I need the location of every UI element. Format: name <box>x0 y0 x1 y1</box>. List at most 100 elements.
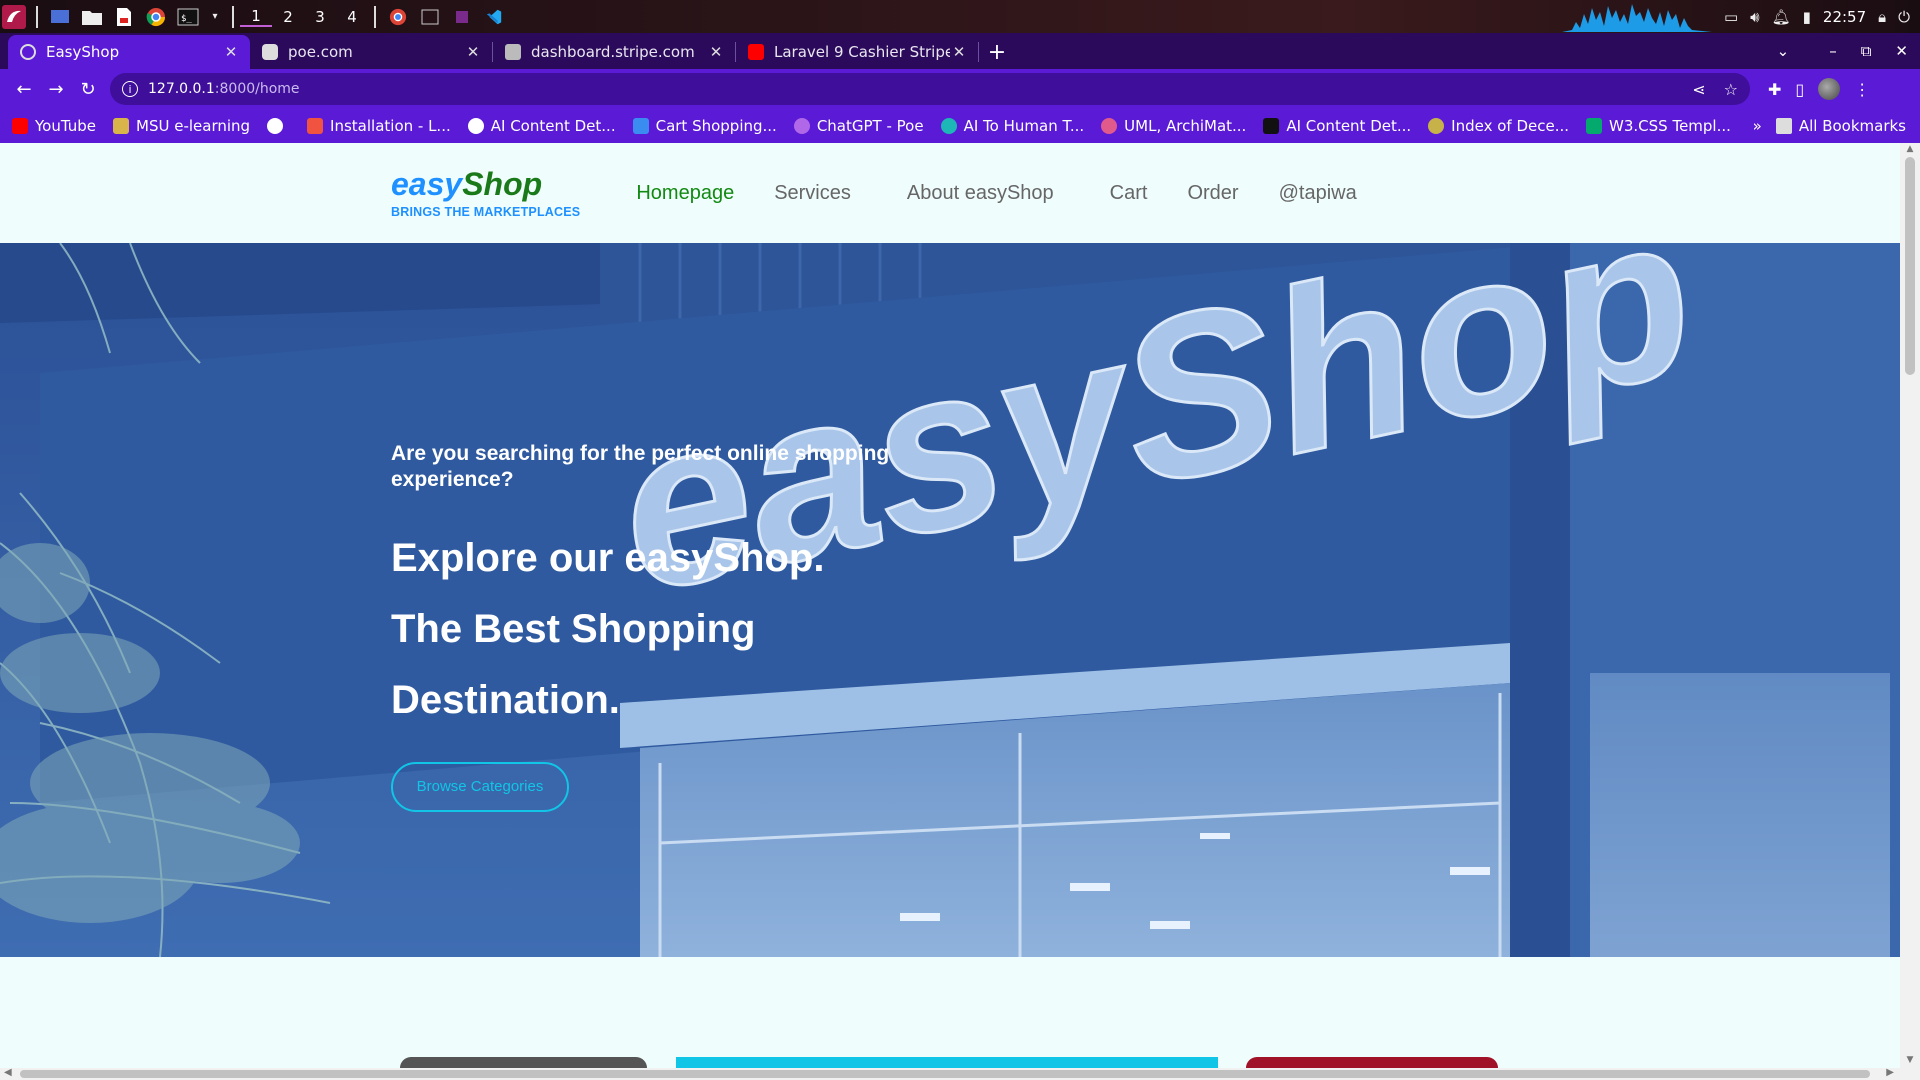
bookmark-w3css[interactable]: W3.CSS Templ... <box>1586 117 1731 135</box>
bookmark-cart-shopping[interactable]: Cart Shopping... <box>632 117 777 135</box>
extensions-puzzle-icon[interactable]: ✚ <box>1768 80 1781 99</box>
svg-text:$_: $_ <box>181 14 192 24</box>
forward-button[interactable]: → <box>40 73 72 105</box>
screen-share-icon[interactable]: ▭ <box>1724 8 1738 26</box>
tab-poe[interactable]: poe.com ✕ <box>250 35 492 69</box>
tab-search-chevron-icon[interactable]: ⌄ <box>1777 42 1790 60</box>
site-navbar: easyShop BRINGS THE MARKETPLACES Homepag… <box>0 143 1900 243</box>
nav-about[interactable]: About easyShop <box>907 182 1054 205</box>
product-card-peek <box>1246 1057 1498 1068</box>
terminal-window-icon[interactable] <box>418 5 442 29</box>
workspace-3[interactable]: 3 <box>304 8 336 26</box>
close-icon[interactable]: ✕ <box>707 43 725 61</box>
volume-icon[interactable]: 🔊︎ <box>1750 8 1759 26</box>
chrome-window-icon[interactable] <box>386 5 410 29</box>
bookmark-index[interactable]: Index of Dece... <box>1428 117 1569 135</box>
battery-icon[interactable]: ▮ <box>1803 8 1811 26</box>
profile-avatar[interactable] <box>1818 78 1841 100</box>
url-host: 127.0.0.1 <box>148 81 215 97</box>
youtube-icon <box>748 44 764 60</box>
notification-bell-icon[interactable]: 🔔︎ <box>1772 8 1791 26</box>
app-window-icon[interactable] <box>450 5 474 29</box>
product-card-peek <box>400 1057 647 1068</box>
nav-services[interactable]: Services <box>774 182 851 205</box>
all-bookmarks-button[interactable]: All Bookmarks <box>1775 117 1906 135</box>
back-button[interactable]: ← <box>8 73 40 105</box>
site-logo[interactable]: easyShop BRINGS THE MARKETPLACES <box>391 167 580 219</box>
bookmark-ai-detector-1[interactable]: AI Content Det... <box>467 117 616 135</box>
workspace-4[interactable]: 4 <box>336 8 368 26</box>
vertical-scrollbar[interactable]: ▲ ▼ <box>1900 143 1920 1068</box>
tab-title: poe.com <box>288 43 353 61</box>
tab-easyshop[interactable]: EasyShop ✕ <box>8 35 250 69</box>
clock: 22:57 <box>1822 7 1867 26</box>
bookmarks-overflow-button[interactable]: » <box>1753 117 1762 135</box>
hero-title-line: The Best Shopping <box>391 607 756 651</box>
bookmark-star-icon[interactable]: ☆ <box>1724 80 1738 99</box>
tab-laravel[interactable]: Laravel 9 Cashier Stripe S ✕ <box>736 35 978 69</box>
bookmark-installation[interactable]: Installation - L... <box>307 117 451 135</box>
browse-categories-button[interactable]: Browse Categories <box>391 762 569 812</box>
chevron-down-icon[interactable]: ▾ <box>208 5 222 29</box>
share-icon[interactable]: ⋖ <box>1692 80 1705 99</box>
scrollbar-thumb[interactable] <box>20 1070 1870 1078</box>
desktop-icon[interactable] <box>48 5 72 29</box>
bookmark-label: YouTube <box>35 117 96 135</box>
app-menu-icon[interactable] <box>2 4 26 29</box>
bookmark-youtube[interactable]: YouTube <box>12 117 96 135</box>
side-panel-icon[interactable]: ▯ <box>1795 80 1804 99</box>
close-icon[interactable]: ✕ <box>464 43 482 61</box>
main-nav: Homepage Services About easyShop Cart Or… <box>616 182 1376 205</box>
bookmark-label: MSU e-learning <box>136 117 251 135</box>
close-icon[interactable]: ✕ <box>950 43 968 61</box>
address-bar[interactable]: i 127.0.0.1:8000/home ⋖ ☆ <box>110 73 1750 105</box>
restore-icon[interactable]: ⧉ <box>1861 42 1872 60</box>
bookmark-ai-to-human[interactable]: AI To Human T... <box>940 117 1084 135</box>
hero-content: Are you searching for the perfect online… <box>391 441 951 812</box>
bookmark-label: AI Content Det... <box>490 117 616 135</box>
horizontal-scrollbar[interactable]: ◀ ▶ <box>0 1067 1920 1080</box>
vscode-icon[interactable] <box>482 5 506 29</box>
nav-homepage[interactable]: Homepage <box>636 182 734 205</box>
workspace-2[interactable]: 2 <box>272 8 304 26</box>
file-manager-icon[interactable] <box>80 5 104 29</box>
hero-title: Explore our easyShop. The Best Shopping … <box>391 523 951 736</box>
scrollbar-thumb[interactable] <box>1905 157 1915 375</box>
nav-user[interactable]: @tapiwa <box>1279 182 1357 205</box>
terminal-icon[interactable]: $_ <box>176 5 200 29</box>
nav-order[interactable]: Order <box>1187 182 1238 205</box>
hero-kicker: Are you searching for the perfect online… <box>391 442 890 491</box>
bookmark-uml[interactable]: UML, ArchiMat... <box>1101 117 1246 135</box>
scroll-down-icon[interactable]: ▼ <box>1900 1055 1920 1067</box>
hero-title-line: Destination. <box>391 678 620 722</box>
scroll-up-icon[interactable]: ▲ <box>1900 144 1920 156</box>
power-icon[interactable]: ⏻ <box>1898 8 1910 26</box>
logo-easy: easy <box>391 166 463 202</box>
window-close-icon[interactable]: ✕ <box>1895 42 1908 60</box>
reload-button[interactable]: ↻ <box>72 73 104 105</box>
scroll-left-icon[interactable]: ◀ <box>4 1067 12 1078</box>
minimize-icon[interactable]: – <box>1829 42 1837 60</box>
close-icon[interactable]: ✕ <box>222 43 240 61</box>
chrome-icon[interactable] <box>144 5 168 29</box>
bookmark-msu[interactable]: MSU e-learning <box>113 117 250 135</box>
ai-humanizer-icon <box>940 118 957 134</box>
bookmarks-bar: YouTube MSU e-learning Installation - L.… <box>0 109 1920 143</box>
tab-strip: EasyShop ✕ poe.com ✕ dashboard.stripe.co… <box>0 33 1920 69</box>
logo-shop: Shop <box>462 166 543 202</box>
w3schools-icon <box>1586 118 1603 134</box>
bookmark-globe[interactable] <box>267 118 290 134</box>
workspace-1[interactable]: 1 <box>240 7 272 27</box>
tab-title: Laravel 9 Cashier Stripe S <box>774 43 950 61</box>
nav-cart[interactable]: Cart <box>1110 182 1148 205</box>
site-info-icon[interactable]: i <box>122 81 138 97</box>
pdf-viewer-icon[interactable] <box>112 5 136 29</box>
tab-stripe[interactable]: dashboard.stripe.com ✕ <box>493 35 735 69</box>
scroll-right-icon[interactable]: ▶ <box>1886 1067 1894 1078</box>
bookmark-chatgpt-poe[interactable]: ChatGPT - Poe <box>793 117 924 135</box>
more-menu-icon[interactable]: ⋮ <box>1854 80 1870 99</box>
new-tab-button[interactable]: + <box>979 35 1015 69</box>
bookmark-label: All Bookmarks <box>1798 117 1906 135</box>
lock-icon[interactable]: 🔒︎ <box>1878 8 1886 26</box>
bookmark-ai-detector-2[interactable]: AI Content Det... <box>1263 117 1411 135</box>
